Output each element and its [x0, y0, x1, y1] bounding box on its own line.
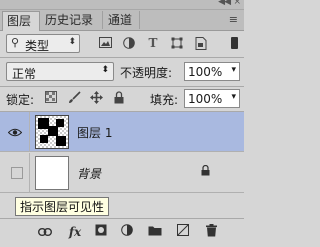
filter-kind-label: 类型 [25, 39, 50, 53]
lock-image-pixels-icon[interactable] [67, 91, 81, 105]
fill-label: 填充: [150, 93, 179, 107]
adjustment-filter-icon[interactable] [122, 37, 136, 50]
layer-thumbnail[interactable] [35, 156, 69, 190]
layer-thumbnail[interactable] [35, 115, 69, 149]
panel-tabbar: 图层× 历史记录 通道 ≡ [0, 10, 244, 46]
visibility-toggle[interactable] [0, 153, 30, 193]
chevron-down-icon[interactable]: ▾ [231, 65, 236, 75]
lock-position-icon[interactable] [89, 91, 103, 105]
layer-name[interactable]: 图层 1 [77, 124, 112, 141]
adjustment-icon[interactable] [118, 224, 136, 240]
fx-icon[interactable]: fx [66, 224, 84, 240]
tooltip: 指示图层可见性 [15, 197, 110, 216]
blend-row: 正常 ⬍ 不透明度: 100% ▾ [0, 59, 244, 85]
trash-icon[interactable] [202, 224, 220, 240]
lock-row: 锁定: 填充: 100% ▾ [0, 87, 244, 111]
lock-label: 锁定: [6, 93, 35, 107]
tab-history[interactable]: 历史记录 [41, 11, 103, 29]
shape-filter-icon[interactable] [170, 37, 184, 50]
divider [0, 57, 244, 58]
tab-layers[interactable]: 图层× [2, 11, 40, 46]
filter-toggle[interactable] [231, 37, 238, 49]
search-icon: ⚲ [11, 36, 20, 49]
panel-menu-icon[interactable]: ≡ [229, 13, 238, 26]
lock-transparency-icon[interactable] [44, 91, 58, 105]
layers-panel: ◀◀ × 图层× 历史记录 通道 ≡ ⚲ 类型 ⬍ T [0, 0, 244, 247]
layer-row[interactable]: 图层 1 [0, 112, 244, 152]
opacity-label: 不透明度: [120, 66, 173, 80]
tab-channels[interactable]: 通道 [104, 11, 140, 29]
folder-icon[interactable] [146, 224, 164, 240]
bottom-toolbar: fx [0, 218, 244, 247]
image-filter-icon[interactable] [98, 37, 112, 50]
mask-icon[interactable] [92, 224, 110, 240]
close-panel-icon[interactable]: × [233, 0, 241, 7]
filter-row: ⚲ 类型 ⬍ T [0, 31, 244, 57]
link-icon[interactable] [36, 224, 54, 240]
tab-layers-label: 图层 [7, 14, 32, 28]
tab-history-label: 历史记录 [45, 13, 94, 27]
eye-icon[interactable] [7, 126, 23, 140]
visibility-toggle[interactable] [0, 112, 30, 152]
layer-name[interactable]: 背景 [77, 165, 101, 182]
collapse-panel-icon[interactable]: ◀◀ [218, 0, 231, 7]
smart-object-filter-icon[interactable] [194, 37, 208, 50]
filter-kind-select[interactable]: ⚲ 类型 ⬍ [6, 34, 80, 53]
text-filter-icon[interactable]: T [146, 37, 160, 50]
fill-value: 100% [188, 92, 223, 106]
chevron-down-icon: ⬍ [101, 65, 109, 75]
opacity-field[interactable]: 100% ▾ [184, 62, 240, 81]
fill-field[interactable]: 100% ▾ [184, 89, 240, 108]
chevron-down-icon: ⬍ [68, 37, 76, 47]
blend-mode-value: 正常 [12, 67, 37, 81]
chevron-down-icon[interactable]: ▾ [231, 92, 236, 102]
panel-top-strip: ◀◀ × [0, 0, 244, 10]
new-layer-icon[interactable] [174, 224, 192, 240]
opacity-value: 100% [188, 65, 223, 79]
layer-row[interactable]: 背景 [0, 153, 244, 193]
tab-channels-label: 通道 [108, 13, 133, 27]
lock-icon [201, 164, 210, 179]
hidden-visibility-box[interactable] [11, 167, 23, 179]
blend-mode-select[interactable]: 正常 ⬍ [6, 62, 114, 81]
lock-all-icon[interactable] [112, 91, 126, 105]
